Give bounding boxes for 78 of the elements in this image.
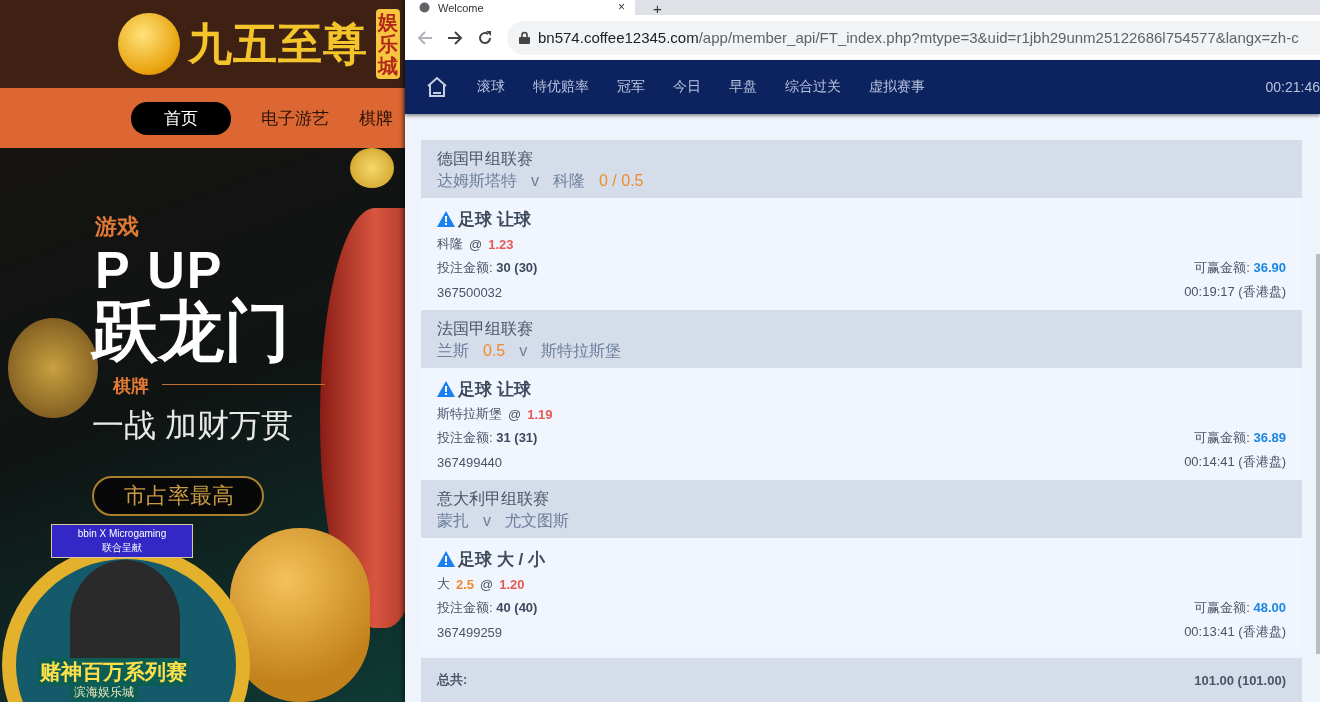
- nav-link[interactable]: 虚拟赛事: [869, 78, 925, 97]
- team-name: 达姆斯塔特: [437, 171, 517, 191]
- team-name: 兰斯: [437, 341, 469, 361]
- nav-item[interactable]: 棋牌: [359, 101, 393, 135]
- clock-time: 00:21:46: [1265, 79, 1320, 96]
- address-bar[interactable]: bn574.coffee12345.com/app/member_api/FT_index.php?mtype=3&uid=r1jbh29unm25122686l754577&langx=zh-c: [507, 20, 1320, 55]
- selection-name: 斯特拉斯堡: [437, 405, 502, 423]
- reload-icon[interactable]: [477, 29, 493, 46]
- bet-time: 00:14:41 (香港盘): [1184, 453, 1286, 471]
- win-amount: 可赢金额: 36.89: [1194, 429, 1286, 447]
- line-value: 2.5: [456, 576, 475, 592]
- url-text: bn574.coffee12345.com/app/member_api/FT_index.php?mtype=3&uid=r1jbh29unm25122686l754577&langx=zh-c: [538, 29, 1299, 47]
- promo-title: 赌神百万系列赛: [38, 658, 189, 686]
- banner-tags: 棋牌: [113, 374, 149, 398]
- bet-time: 00:19:17 (香港盘): [1184, 283, 1286, 301]
- market-name: 足球 让球: [458, 208, 531, 231]
- home-icon[interactable]: [425, 76, 449, 99]
- nav-item[interactable]: 首页: [131, 101, 231, 135]
- nav-link[interactable]: 今日: [673, 78, 701, 97]
- banner-slogan: 一战 加财万贯: [92, 406, 293, 445]
- coin-drawing: [350, 148, 394, 188]
- selection-name: 科隆: [437, 235, 463, 253]
- banner-headline: P UP: [95, 240, 224, 299]
- promo-brand: bbin X Microgaming: [76, 527, 168, 541]
- ticket-number: 367500032: [437, 284, 503, 300]
- market-name: 足球 让球: [458, 378, 531, 401]
- league-name: 法国甲组联赛: [437, 319, 534, 339]
- versus-label: v: [519, 341, 528, 361]
- new-tab-button[interactable]: +: [653, 2, 662, 15]
- nav-item[interactable]: 电子游艺: [261, 101, 329, 135]
- at-sign: @: [508, 406, 522, 422]
- at-sign: @: [469, 236, 483, 252]
- forward-arrow-icon[interactable]: [447, 29, 463, 46]
- team-name: 斯特拉斯堡: [541, 341, 622, 361]
- handicap-value: 0 / 0.5: [599, 171, 644, 191]
- banner-button[interactable]: 市占率最高: [92, 476, 264, 516]
- nav-link[interactable]: 特优赔率: [533, 78, 589, 97]
- warning-icon: [437, 211, 455, 227]
- lock-icon: [519, 31, 530, 45]
- tab-close-button[interactable]: ×: [618, 1, 625, 14]
- total-label: 总共:: [437, 671, 468, 689]
- team-name: 科隆: [553, 171, 585, 191]
- nav-link[interactable]: 早盘: [729, 78, 757, 97]
- odds-value: 1.23: [488, 236, 514, 252]
- league-name: 意大利甲组联赛: [437, 489, 550, 509]
- odds-value: 1.20: [499, 576, 525, 592]
- at-sign: @: [480, 576, 494, 592]
- team-name: 尤文图斯: [505, 511, 569, 531]
- total-value: 101.00 (101.00): [1194, 672, 1286, 688]
- nav-link[interactable]: 冠军: [617, 78, 645, 97]
- selection-name: 大: [437, 575, 450, 593]
- warning-icon: [437, 551, 455, 567]
- win-amount: 可赢金额: 36.90: [1194, 259, 1286, 277]
- logo-badge: 娱乐城: [376, 9, 400, 79]
- league-name: 德国甲组联赛: [437, 149, 534, 169]
- logo-text: 九五至尊: [188, 17, 368, 70]
- promo-caption: 联合呈献: [101, 541, 143, 555]
- bet-time: 00:13:41 (香港盘): [1184, 623, 1286, 641]
- nav-link[interactable]: 滚球: [477, 78, 505, 97]
- browser-tab[interactable]: Welcome ×: [405, 0, 635, 15]
- win-amount: 可赢金额: 48.00: [1194, 599, 1286, 617]
- stake-amount: 投注金额: 30 (30): [437, 259, 538, 277]
- odds-value: 1.19: [527, 406, 553, 422]
- team-name: 蒙扎: [437, 511, 469, 531]
- stake-amount: 投注金额: 40 (40): [437, 599, 538, 617]
- warning-icon: [437, 381, 455, 397]
- market-name: 足球 大 / 小: [458, 548, 545, 571]
- ticket-number: 367499440: [437, 454, 503, 470]
- tab-title: Welcome: [438, 1, 485, 14]
- nav-link[interactable]: 综合过关: [785, 78, 841, 97]
- handicap-value: 0.5: [483, 341, 506, 361]
- stake-amount: 投注金额: 31 (31): [437, 429, 538, 447]
- banner-headline: 跃龙门: [92, 298, 290, 364]
- ticket-number: 367499259: [437, 624, 503, 640]
- promo-venue: 滨海娱乐城: [70, 684, 138, 701]
- versus-label: v: [483, 511, 491, 531]
- versus-label: v: [531, 171, 539, 191]
- banner-subtitle: 游戏: [95, 213, 139, 241]
